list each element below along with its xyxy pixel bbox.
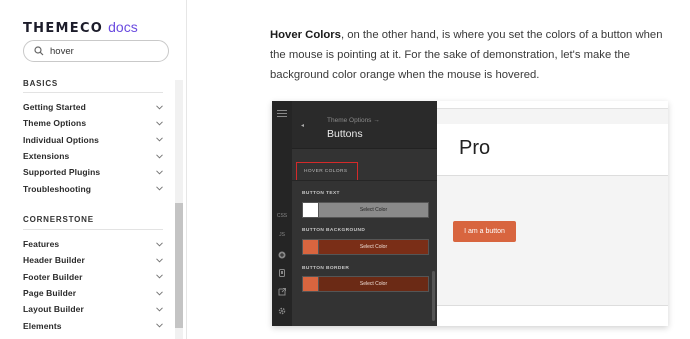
sidebar-item-troubleshooting[interactable]: Troubleshooting <box>23 180 163 196</box>
builder-rail: CSS JS <box>272 101 292 326</box>
color-control-button-background: Select Color <box>302 239 429 255</box>
site-preview: Pro I am a button <box>437 101 668 326</box>
menu-icon <box>277 110 287 119</box>
select-color-button: Select Color <box>319 239 429 255</box>
css-label: CSS <box>276 213 288 219</box>
panel-scrollbar <box>432 271 435 321</box>
control-label-button-background: BUTTON BACKGROUND <box>302 228 366 233</box>
chevron-down-icon[interactable] <box>156 170 163 175</box>
select-color-button: Select Color <box>319 202 429 218</box>
sidebar-item-footer-builder[interactable]: Footer Builder <box>23 269 163 285</box>
circle-plus-icon <box>278 251 286 259</box>
chevron-down-icon[interactable] <box>156 290 163 296</box>
sidebar-item-label: Header Builder <box>23 255 85 266</box>
sidebar-item-supported-plugins[interactable]: Supported Plugins <box>23 164 163 180</box>
preview-site-title: Pro <box>459 137 491 159</box>
section-divider <box>23 229 163 230</box>
preview-header: Pro <box>437 124 668 176</box>
panel-breadcrumb: Theme Options → <box>327 117 380 124</box>
sidebar-item-label: Layout Builder <box>23 304 84 315</box>
chevron-down-icon[interactable] <box>156 258 163 263</box>
select-color-button: Select Color <box>319 276 429 292</box>
color-swatch <box>302 239 319 255</box>
sidebar-item-theme-options[interactable]: Theme Options <box>23 115 163 131</box>
chevron-down-icon[interactable] <box>156 242 163 247</box>
chevron-down-icon[interactable] <box>156 105 163 110</box>
sidebar-item-getting-started[interactable]: Getting Started <box>23 99 163 115</box>
preview-topbar <box>437 101 668 109</box>
nav-list-cornerstone: Features Header Builder Footer Builder P… <box>23 236 163 334</box>
sidebar-scrollbar[interactable] <box>175 80 183 339</box>
sidebar-item-label: Elements <box>23 320 62 331</box>
preview-footer <box>437 305 668 326</box>
hover-colors-tab: HOVER COLORS <box>296 162 358 181</box>
control-label-button-text: BUTTON TEXT <box>302 191 340 196</box>
chevron-down-icon[interactable] <box>156 186 163 191</box>
control-label-button-border: BUTTON BORDER <box>302 266 350 271</box>
article-content: Hover Colors, on the other hand, is wher… <box>188 0 690 339</box>
preview-sample-button: I am a button <box>453 221 516 242</box>
chevron-down-icon[interactable] <box>156 323 163 328</box>
section-title-basics: BASICS <box>23 79 59 88</box>
chevron-down-icon[interactable] <box>156 137 163 142</box>
nav-list-basics: Getting Started Theme Options Individual… <box>23 99 163 197</box>
section-divider <box>23 92 163 93</box>
sidebar-item-individual-options[interactable]: Individual Options <box>23 132 163 148</box>
logo-brand: THEMECO <box>23 21 104 36</box>
sidebar-item-page-builder[interactable]: Page Builder <box>23 285 163 301</box>
panel-title: Buttons <box>327 128 363 140</box>
color-control-button-text: Select Color <box>302 202 429 218</box>
sidebar-item-label: Individual Options <box>23 134 99 145</box>
color-swatch <box>302 202 319 218</box>
color-swatch <box>302 276 319 292</box>
sidebar-item-features[interactable]: Features <box>23 236 163 252</box>
panel-divider <box>292 180 437 181</box>
sidebar-item-label: Supported Plugins <box>23 167 101 178</box>
chevron-down-icon[interactable] <box>156 307 163 312</box>
sidebar-item-label: Troubleshooting <box>23 183 92 194</box>
article-paragraph: Hover Colors, on the other hand, is wher… <box>270 25 680 85</box>
search-icon <box>34 46 44 56</box>
sidebar-scroll-thumb[interactable] <box>175 203 183 328</box>
sidebar-item-label: Features <box>23 239 60 250</box>
themeco-docs-logo[interactable]: THEMECO docs <box>23 19 138 36</box>
sidebar-item-header-builder[interactable]: Header Builder <box>23 252 163 268</box>
sidebar-item-extensions[interactable]: Extensions <box>23 148 163 164</box>
search-input[interactable] <box>50 45 160 57</box>
search-box[interactable] <box>23 40 169 62</box>
chevron-down-icon[interactable] <box>156 121 163 126</box>
js-label: JS <box>279 232 285 238</box>
article-screenshot: CSS JS ◂ Theme Options → Buttons HOVER C… <box>272 101 668 326</box>
chevron-down-icon[interactable] <box>156 274 163 279</box>
sidebar-item-label: Theme Options <box>23 118 87 129</box>
gear-icon <box>278 307 286 315</box>
color-control-button-border: Select Color <box>302 276 429 292</box>
paragraph-emphasis: Hover Colors <box>270 29 341 41</box>
back-arrow-icon: ◂ <box>301 123 305 129</box>
panel-header: ◂ Theme Options → Buttons <box>292 101 437 149</box>
docs-sidebar: THEMECO docs BASICS Getting Started Them… <box>0 0 187 339</box>
theme-options-panel: ◂ Theme Options → Buttons HOVER COLORS B… <box>292 101 437 326</box>
sidebar-item-label: Getting Started <box>23 102 86 113</box>
sidebar-item-label: Footer Builder <box>23 271 83 282</box>
section-title-cornerstone: CORNERSTONE <box>23 215 94 224</box>
sidebar-item-label: Extensions <box>23 151 70 162</box>
device-icon <box>279 269 285 277</box>
external-link-icon <box>278 288 286 296</box>
sidebar-item-elements[interactable]: Elements <box>23 317 163 333</box>
logo-docs-label: docs <box>108 19 138 35</box>
sidebar-item-layout-builder[interactable]: Layout Builder <box>23 301 163 317</box>
chevron-down-icon[interactable] <box>156 153 163 159</box>
sidebar-item-label: Page Builder <box>23 288 77 299</box>
